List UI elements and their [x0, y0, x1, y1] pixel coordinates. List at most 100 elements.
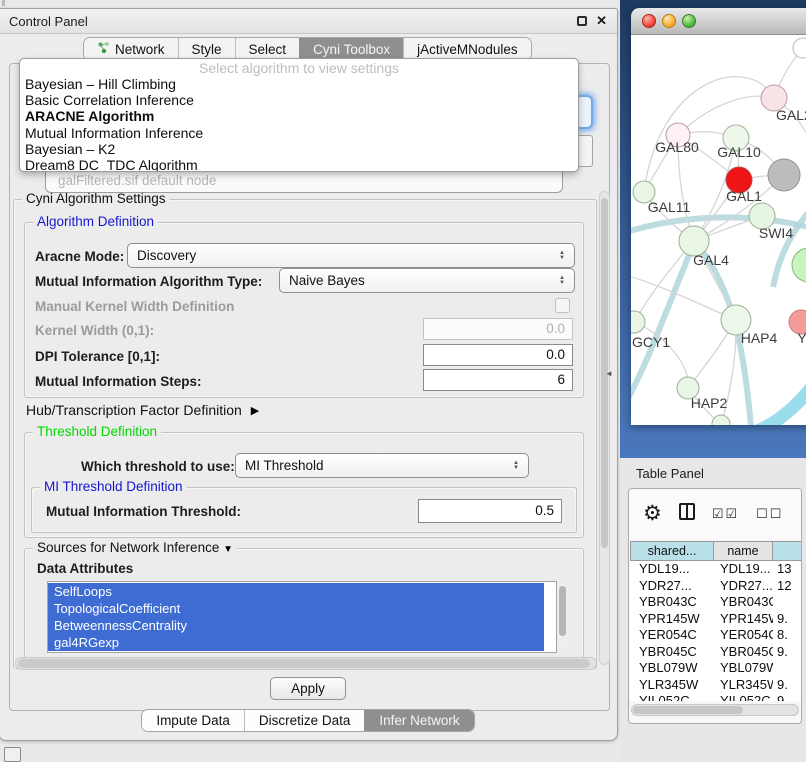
tab-infer-network[interactable]: Infer Network [364, 710, 473, 731]
dpi-tolerance-field[interactable]: 0.0 [423, 344, 573, 366]
dpi-tolerance-label: DPI Tolerance [0,1]: [35, 349, 160, 364]
table-panel-area: Table Panel ⚙ ☑☑ ☐☐ shared... name YDL19… [620, 458, 806, 762]
table-row[interactable]: YPR145WYPR145W9. [630, 611, 802, 628]
select-all-checkboxes-icon[interactable]: ☑☑ [712, 506, 739, 522]
data-attributes-list[interactable]: SelfLoopsTopologicalCoefficientBetweenne… [47, 581, 557, 653]
table-row[interactable]: YBL079WYBL079W [630, 660, 802, 677]
manual-kernel-checkbox[interactable] [555, 298, 570, 313]
table-row[interactable]: YBR045CYBR045C9. [630, 644, 802, 661]
control-panel-titlebar: Control Panel ✕ [0, 9, 617, 34]
network-node[interactable] [792, 248, 806, 282]
attribute-item[interactable]: TopologicalCoefficient [48, 600, 544, 617]
table-cell: YDL19... [714, 561, 773, 578]
table-cell: YBR043C [630, 594, 714, 611]
tab-jactivemnodules[interactable]: jActiveMNodules [403, 38, 531, 60]
column-header-shared-name[interactable]: shared... [630, 541, 714, 561]
network-node[interactable] [712, 415, 730, 425]
table-row[interactable]: YIL052CYIL052C9 [630, 693, 802, 701]
mi-algorithm-type-combo[interactable]: Naive Bayes ▲▼ [279, 268, 575, 293]
network-icon [97, 41, 110, 57]
deselect-all-checkboxes-icon[interactable]: ☐☐ [756, 506, 783, 522]
list-scrollbar[interactable] [558, 584, 567, 648]
table-cell: YLR345W [714, 677, 773, 694]
node-label: GAL10 [717, 144, 761, 160]
table-cell: YER054C [630, 627, 714, 644]
algorithm-option[interactable]: Mutual Information Inference [20, 125, 578, 141]
sources-title: Sources for Network Inference [37, 540, 219, 555]
apply-button[interactable]: Apply [270, 677, 346, 700]
node-label: GCY1 [632, 334, 670, 350]
which-threshold-combo[interactable]: MI Threshold ▲▼ [235, 453, 529, 478]
table-cell: YDR27... [714, 578, 773, 595]
algorithm-option[interactable]: Basic Correlation Inference [20, 92, 578, 108]
sources-group: Sources for Network Inference ▼ Data Att… [24, 548, 584, 660]
table-cell: YPR145W [630, 611, 714, 628]
hub-definition-toggle[interactable]: Hub/Transcription Factor Definition ▶ [26, 402, 259, 418]
table-row[interactable]: YER054CYER054C8. [630, 627, 802, 644]
minimize-traffic-light-icon[interactable] [662, 14, 676, 28]
attribute-item[interactable]: gal4RGexp [48, 634, 544, 651]
table-cell [773, 660, 802, 677]
network-edge[interactable] [644, 77, 774, 192]
aracne-mode-combo[interactable]: Discovery ▲▼ [127, 243, 575, 268]
kernel-width-label: Kernel Width (0,1): [35, 323, 154, 338]
network-node[interactable] [793, 38, 806, 58]
mi-threshold-label: Mutual Information Threshold: [46, 504, 241, 519]
table-cell: 12 [773, 578, 802, 595]
settings-scrollbar[interactable] [599, 191, 610, 665]
table-row[interactable]: YLR345WYLR345W9. [630, 677, 802, 694]
tab-discretize-data[interactable]: Discretize Data [244, 710, 365, 731]
zoom-traffic-light-icon[interactable] [682, 14, 696, 28]
scroll-thumb[interactable] [18, 659, 590, 668]
close-icon[interactable]: ✕ [596, 16, 607, 26]
table-cell: YBR045C [630, 644, 714, 661]
network-canvas[interactable]: GAL2GAL80GAL10GAL1GAL11SWI4GAL4GCY1HAP4Y… [631, 35, 806, 425]
settings-hscrollbar[interactable] [15, 657, 597, 670]
sources-toggle[interactable]: Sources for Network Inference ▼ [33, 540, 237, 555]
table-cell: YLR345W [630, 677, 714, 694]
expand-down-arrow-icon: ▼ [223, 544, 233, 555]
group-title: Algorithm Definition [33, 214, 158, 229]
minimized-panel-icon[interactable] [4, 747, 21, 762]
algorithm-option[interactable]: Dream8 DC_TDC Algorithm [20, 157, 578, 172]
gear-icon[interactable]: ⚙ [643, 504, 662, 524]
table-cell: 9. [773, 611, 802, 628]
table-cell: YBL079W [714, 660, 773, 677]
kernel-width-field: 0.0 [423, 318, 573, 340]
collapse-panel-arrow-icon[interactable]: ◄ [605, 369, 613, 378]
table-row[interactable]: YDR27...YDR27...12 [630, 578, 802, 595]
table-cell: YDR27... [630, 578, 714, 595]
column-header-name[interactable]: name [714, 541, 773, 561]
edge-artifact [2, 0, 5, 6]
tab-cyni-toolbox[interactable]: Cyni Toolbox [299, 38, 403, 60]
scroll-thumb[interactable] [633, 706, 743, 714]
combo-value: galFiltered.sif default node [58, 173, 216, 188]
attribute-item[interactable]: BetweennessCentrality [48, 617, 544, 634]
table-row[interactable]: YDL19...YDL19...13 [630, 561, 802, 578]
algorithm-option[interactable]: Bayesian – Hill Climbing [20, 76, 578, 92]
algorithm-option[interactable]: Bayesian – K2 [20, 141, 578, 157]
tab-select[interactable]: Select [235, 38, 300, 60]
mi-threshold-field[interactable]: 0.5 [418, 499, 562, 523]
algorithm-option-selected[interactable]: ARACNE Algorithm [20, 108, 578, 124]
attribute-item[interactable]: SelfLoops [48, 583, 544, 600]
tab-network[interactable]: Network [84, 38, 178, 60]
data-attributes-label: Data Attributes [37, 561, 133, 576]
threshold-definition-group: Threshold Definition Which threshold to … [24, 432, 584, 538]
float-window-icon[interactable] [577, 16, 587, 26]
network-window-titlebar[interactable] [631, 8, 806, 35]
close-traffic-light-icon[interactable] [642, 14, 656, 28]
column-header-partial[interactable] [773, 541, 802, 561]
scroll-thumb[interactable] [559, 586, 566, 636]
table-cell: 13 [773, 561, 802, 578]
table-row[interactable]: YBR043CYBR043C [630, 594, 802, 611]
network-node[interactable] [768, 159, 800, 191]
table-panel-title: Table Panel [636, 466, 704, 481]
tab-style[interactable]: Style [178, 38, 235, 60]
columns-icon[interactable] [679, 503, 695, 525]
network-node[interactable] [631, 311, 645, 333]
tab-impute-data[interactable]: Impute Data [142, 710, 244, 731]
window-title: Control Panel [9, 14, 88, 29]
mi-steps-field[interactable]: 6 [423, 369, 573, 391]
table-hscrollbar[interactable] [631, 704, 799, 716]
